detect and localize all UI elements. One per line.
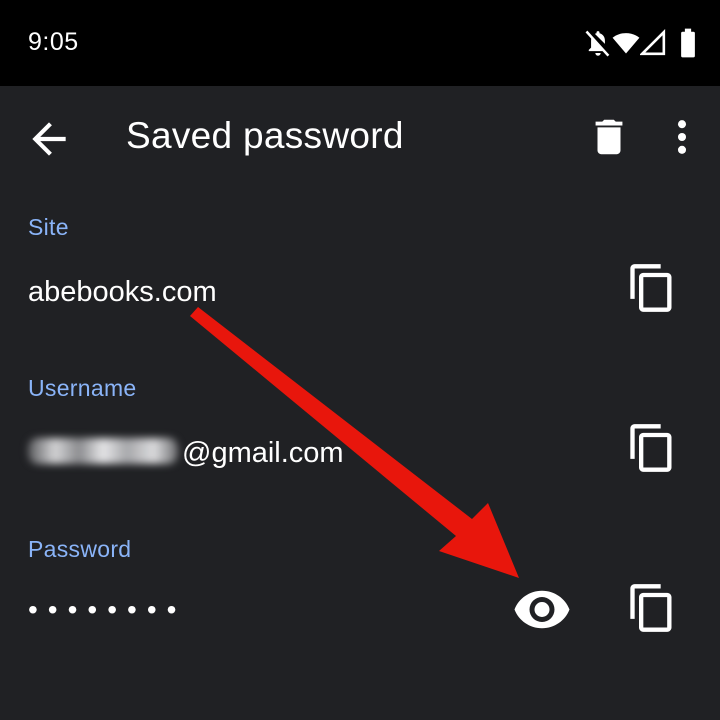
site-label: Site xyxy=(28,214,69,240)
back-arrow-icon xyxy=(32,122,66,156)
username-label: Username xyxy=(28,375,137,401)
app-bar: Saved password xyxy=(0,86,720,192)
more-vert-icon xyxy=(677,120,687,154)
back-button[interactable] xyxy=(24,114,74,164)
battery-icon xyxy=(681,28,695,58)
delete-button[interactable] xyxy=(586,114,632,160)
status-bar: 9:05 xyxy=(0,0,720,86)
copy-site-button[interactable] xyxy=(626,262,678,314)
visibility-eye-icon xyxy=(514,590,570,629)
page-title: Saved password xyxy=(126,115,404,156)
wifi-icon xyxy=(612,33,640,54)
show-password-button[interactable] xyxy=(512,582,572,632)
notifications-off-icon xyxy=(585,30,610,57)
copy-password-button[interactable] xyxy=(626,582,678,634)
cellular-signal-icon xyxy=(640,29,666,56)
more-options-button[interactable] xyxy=(660,114,704,160)
copy-icon xyxy=(630,584,672,632)
copy-icon xyxy=(630,264,672,312)
copy-username-button[interactable] xyxy=(626,422,678,474)
password-label: Password xyxy=(28,536,132,562)
password-value-masked: •••••••• xyxy=(28,594,187,625)
copy-icon xyxy=(630,424,672,472)
username-value: @gmail.com xyxy=(28,437,344,470)
site-value: abebooks.com xyxy=(28,276,217,308)
delete-icon xyxy=(595,119,623,155)
status-time: 9:05 xyxy=(28,28,79,56)
username-domain: @gmail.com xyxy=(182,437,344,469)
redacted-username-blur xyxy=(28,438,178,465)
